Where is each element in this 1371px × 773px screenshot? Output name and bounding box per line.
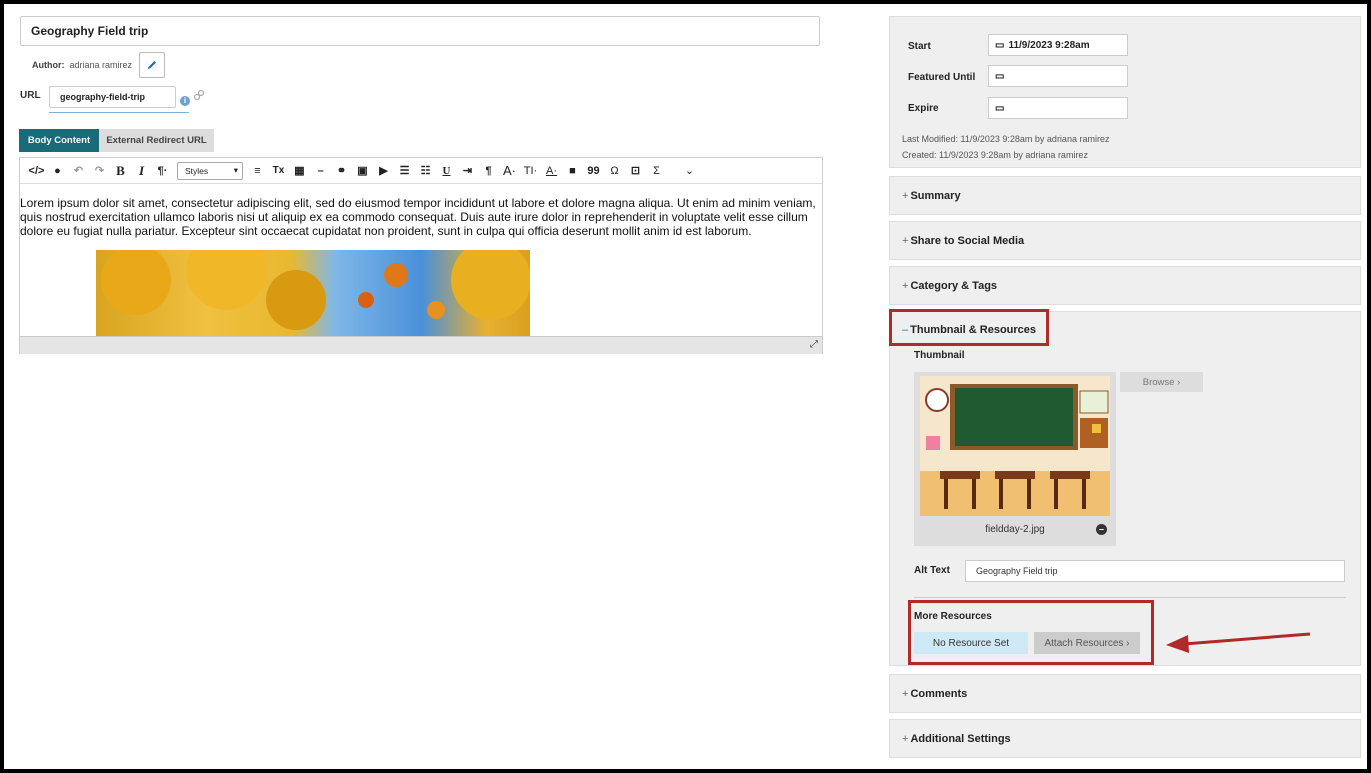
more-resources-highlight bbox=[908, 600, 1154, 665]
clear-format-button[interactable]: Tx bbox=[268, 161, 289, 181]
font-size-button[interactable]: A· bbox=[499, 161, 520, 181]
special-character-button[interactable]: Ω bbox=[604, 161, 625, 181]
thumbnail-header-highlight bbox=[889, 309, 1049, 346]
share-social-section[interactable]: + Share to Social Media bbox=[889, 221, 1361, 260]
insert-video-icon[interactable]: ▶ bbox=[373, 161, 394, 181]
background-color-icon[interactable]: ■ bbox=[562, 161, 583, 181]
thumbnail-card: fieldday-2.jpg – bbox=[914, 372, 1116, 546]
expand-plus-icon: + bbox=[902, 280, 909, 292]
info-icon[interactable]: i bbox=[180, 96, 190, 106]
thumbnail-filename: fieldday-2.jpg bbox=[985, 524, 1045, 535]
expand-plus-icon: + bbox=[902, 688, 909, 700]
autumn-leaves-image bbox=[101, 250, 530, 330]
start-date-value: 11/9/2023 9:28am bbox=[1008, 39, 1090, 51]
additional-settings-section[interactable]: + Additional Settings bbox=[889, 719, 1361, 758]
classroom-image bbox=[920, 376, 1110, 516]
comments-section[interactable]: + Comments bbox=[889, 674, 1361, 713]
start-label: Start bbox=[908, 41, 931, 52]
paragraph-format-button[interactable]: ¶· bbox=[152, 161, 173, 181]
embed-icon[interactable]: ⊡ bbox=[625, 161, 646, 181]
styles-dropdown[interactable]: Styles ▾ bbox=[177, 161, 243, 180]
more-tools-chevron-icon[interactable]: ⌄ bbox=[679, 161, 700, 181]
rich-text-editor[interactable]: </> ● ↶ ↷ B I ¶· Styles ▾ ≡ Tx ▦ – ⚭ ▣ ▶… bbox=[19, 157, 823, 354]
undo-icon[interactable]: ↶ bbox=[68, 161, 89, 181]
insert-image-icon[interactable]: ▣ bbox=[352, 161, 373, 181]
expand-plus-icon: + bbox=[902, 190, 909, 202]
source-code-icon[interactable]: </> bbox=[26, 161, 47, 181]
paragraph-direction-icon[interactable]: ¶ bbox=[478, 161, 499, 181]
section-divider bbox=[914, 597, 1346, 598]
align-icon[interactable]: ≡ bbox=[247, 161, 268, 181]
editor-toolbar: </> ● ↶ ↷ B I ¶· Styles ▾ ≡ Tx ▦ – ⚭ ▣ ▶… bbox=[20, 158, 822, 184]
horizontal-line-button[interactable]: – bbox=[310, 161, 331, 181]
info-circle-icon[interactable]: ● bbox=[47, 161, 68, 181]
bullet-list-icon[interactable]: ☰ bbox=[394, 161, 415, 181]
resize-handle-icon[interactable]: ⤢ bbox=[810, 339, 818, 350]
summary-title: Summary bbox=[910, 190, 961, 202]
chevron-down-icon: ▾ bbox=[233, 165, 238, 175]
url-underline bbox=[49, 112, 189, 113]
blockquote-button[interactable]: 99 bbox=[583, 161, 604, 181]
editor-status-bar: ⤢ bbox=[20, 336, 822, 354]
numbered-list-icon[interactable]: ☷ bbox=[415, 161, 436, 181]
title-text: Geography Field trip bbox=[31, 24, 149, 38]
author-label: Author: bbox=[32, 60, 65, 70]
category-title: Category & Tags bbox=[910, 280, 998, 292]
pencil-icon bbox=[148, 61, 157, 69]
share-title: Share to Social Media bbox=[910, 235, 1025, 247]
indent-icon[interactable]: ⇥ bbox=[457, 161, 478, 181]
alt-text-label: Alt Text bbox=[914, 565, 950, 576]
cms-editor-window: Geography Field trip Author: adriana ram… bbox=[4, 4, 1367, 769]
expand-plus-icon: + bbox=[902, 733, 909, 745]
url-slug-input[interactable]: geography-field-trip bbox=[49, 86, 176, 108]
calendar-icon: ▭ bbox=[995, 70, 1005, 82]
calendar-icon: ▭ bbox=[995, 39, 1005, 51]
bold-button[interactable]: B bbox=[110, 161, 131, 181]
category-tags-section[interactable]: + Category & Tags bbox=[889, 266, 1361, 305]
remove-thumbnail-icon[interactable]: – bbox=[1096, 524, 1107, 535]
alt-text-input[interactable]: Geography Field trip bbox=[965, 560, 1345, 582]
author-row: Author: adriana ramirez bbox=[32, 52, 166, 78]
table-icon[interactable]: ▦ bbox=[289, 161, 310, 181]
featured-until-input[interactable]: ▭ bbox=[988, 65, 1128, 87]
italic-button[interactable]: I bbox=[131, 161, 152, 181]
font-color-button[interactable]: A· bbox=[541, 161, 562, 181]
start-date-input[interactable]: ▭ 11/9/2023 9:28am bbox=[988, 34, 1128, 56]
author-name: adriana ramirez bbox=[69, 60, 133, 70]
editor-body-text[interactable]: Lorem ipsum dolor sit amet, consectetur … bbox=[20, 196, 824, 238]
featured-until-label: Featured Until bbox=[908, 72, 976, 83]
formula-button[interactable]: Σ bbox=[646, 161, 667, 181]
redo-icon[interactable]: ↷ bbox=[89, 161, 110, 181]
title-input[interactable]: Geography Field trip bbox=[20, 16, 820, 46]
created-text: Created: 11/9/2023 9:28am by adriana ram… bbox=[902, 150, 1088, 160]
expire-label: Expire bbox=[908, 103, 939, 114]
annotation-arrow-icon bbox=[1166, 632, 1311, 653]
editor-inline-image[interactable] bbox=[96, 250, 530, 336]
comments-title: Comments bbox=[910, 688, 968, 700]
tab-body-content[interactable]: Body Content bbox=[19, 129, 99, 152]
summary-section[interactable]: + Summary bbox=[889, 176, 1361, 215]
browse-button[interactable]: Browse › bbox=[1120, 372, 1203, 392]
additional-title: Additional Settings bbox=[910, 733, 1011, 745]
link-icon[interactable] bbox=[193, 89, 205, 101]
calendar-icon: ▭ bbox=[995, 102, 1005, 114]
styles-label: Styles bbox=[185, 165, 209, 176]
insert-link-icon[interactable]: ⚭ bbox=[331, 161, 352, 181]
url-label: URL bbox=[20, 90, 41, 101]
last-modified-text: Last Modified: 11/9/2023 9:28am by adria… bbox=[902, 134, 1110, 144]
text-tools-button[interactable]: TI· bbox=[520, 161, 541, 181]
expand-plus-icon: + bbox=[902, 235, 909, 247]
expire-date-input[interactable]: ▭ bbox=[988, 97, 1128, 119]
publish-dates-panel: Start ▭ 11/9/2023 9:28am Featured Until … bbox=[889, 16, 1361, 168]
edit-author-button[interactable] bbox=[139, 52, 166, 78]
tab-external-redirect[interactable]: External Redirect URL bbox=[99, 129, 214, 152]
thumbnail-image[interactable] bbox=[920, 376, 1110, 516]
thumbnail-label: Thumbnail bbox=[914, 350, 965, 361]
underline-button[interactable]: U bbox=[436, 161, 457, 181]
